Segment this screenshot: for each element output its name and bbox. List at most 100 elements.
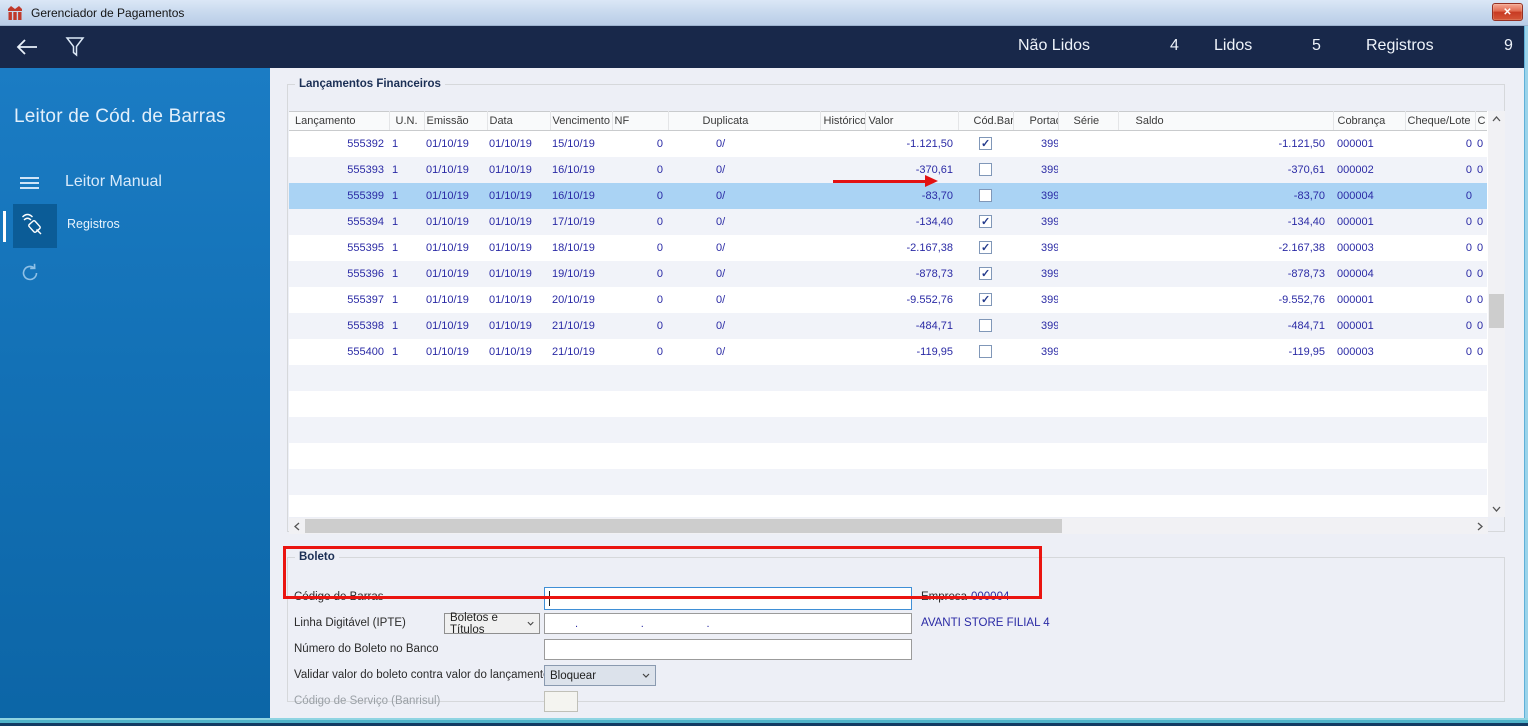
cell-c[interactable]: 0 xyxy=(1475,208,1487,235)
column-header-nf[interactable]: NF xyxy=(612,111,669,131)
cell-portador[interactable]: 399 xyxy=(1013,208,1058,235)
cell-saldo[interactable]: -9.552,76 xyxy=(1118,287,1333,313)
cell-duplicata[interactable]: 0/ xyxy=(668,131,820,157)
vertical-scroll-thumb[interactable] xyxy=(1489,294,1504,328)
cell-cobranca[interactable]: 000001 xyxy=(1333,312,1405,339)
filter-button[interactable] xyxy=(62,34,88,60)
cell-duplicata[interactable]: 0/ xyxy=(668,339,820,365)
cell-cod_barras[interactable] xyxy=(958,235,1013,261)
cell-duplicata[interactable]: 0/ xyxy=(668,208,820,235)
cell-c[interactable]: 0 xyxy=(1475,131,1487,157)
cell-lancamento[interactable]: 555394 xyxy=(289,208,389,235)
cell-cheque_lote[interactable]: 0 xyxy=(1405,287,1475,313)
cell-vencimento[interactable]: 17/10/19 xyxy=(550,208,612,235)
cell-historico[interactable] xyxy=(820,312,865,339)
cell-cod_barras[interactable] xyxy=(958,208,1013,235)
table-row[interactable]: 555394 1 01/10/19 01/10/19 17/10/19 0 0/-134,4… xyxy=(289,208,1487,235)
cell-c[interactable]: 0 xyxy=(1475,339,1487,365)
cell-historico[interactable] xyxy=(820,260,865,287)
cell-un[interactable]: 1 xyxy=(389,312,424,339)
cell-c[interactable]: 0 xyxy=(1475,156,1487,183)
cell-duplicata[interactable]: 0/ xyxy=(668,312,820,339)
cell-c[interactable]: 0 xyxy=(1475,287,1487,313)
cell-cheque_lote[interactable]: 0 xyxy=(1405,260,1475,287)
cell-serie[interactable] xyxy=(1058,208,1118,235)
cell-cobranca[interactable]: 000004 xyxy=(1333,260,1405,287)
table-row[interactable]: 555400 1 01/10/19 01/10/19 21/10/19 0 0/-119,9… xyxy=(289,339,1487,365)
cell-vencimento[interactable]: 21/10/19 xyxy=(550,312,612,339)
horizontal-scroll-thumb[interactable] xyxy=(305,519,1062,533)
cell-portador[interactable]: 399 xyxy=(1013,312,1058,339)
refresh-button[interactable] xyxy=(19,262,41,284)
cell-un[interactable]: 1 xyxy=(389,182,424,209)
cell-portador[interactable]: 399 xyxy=(1013,182,1058,209)
cell-serie[interactable] xyxy=(1058,339,1118,365)
sidebar-item-registros-tile[interactable] xyxy=(13,204,57,248)
column-header-emissao[interactable]: Emissão xyxy=(424,111,488,131)
cod-barras-checkbox[interactable] xyxy=(979,293,992,306)
cell-data[interactable]: 01/10/19 xyxy=(487,235,550,261)
cell-c[interactable]: 0 xyxy=(1475,312,1487,339)
cell-emissao[interactable]: 01/10/19 xyxy=(424,339,487,365)
cell-cobranca[interactable]: 000001 xyxy=(1333,287,1405,313)
column-header-data[interactable]: Data xyxy=(487,111,551,131)
cell-data[interactable]: 01/10/19 xyxy=(487,287,550,313)
cell-cod_barras[interactable] xyxy=(958,182,1013,209)
cell-portador[interactable]: 399 xyxy=(1013,260,1058,287)
cell-cod_barras[interactable] xyxy=(958,339,1013,365)
scroll-down-button[interactable] xyxy=(1488,501,1505,517)
cell-data[interactable]: 01/10/19 xyxy=(487,260,550,287)
horizontal-scrollbar[interactable] xyxy=(289,518,1488,534)
back-button[interactable] xyxy=(14,34,40,60)
cell-nf[interactable]: 0 xyxy=(612,260,668,287)
column-header-cobranca[interactable]: Cobrança xyxy=(1333,111,1406,131)
column-header-cheque_lote[interactable]: Cheque/Lote xyxy=(1405,111,1476,131)
cell-un[interactable]: 1 xyxy=(389,156,424,183)
cell-vencimento[interactable]: 18/10/19 xyxy=(550,235,612,261)
cell-cod_barras[interactable] xyxy=(958,156,1013,183)
cell-data[interactable]: 01/10/19 xyxy=(487,131,550,157)
column-header-duplicata[interactable]: Duplicata xyxy=(668,111,821,131)
cell-saldo[interactable]: -1.121,50 xyxy=(1118,131,1333,157)
cell-valor[interactable]: -134,40 xyxy=(865,208,958,235)
table-row[interactable]: 555398 1 01/10/19 01/10/19 21/10/19 0 0/-484,7… xyxy=(289,312,1487,339)
cell-data[interactable]: 01/10/19 xyxy=(487,312,550,339)
scroll-up-button[interactable] xyxy=(1488,111,1505,127)
cell-duplicata[interactable]: 0/ xyxy=(668,260,820,287)
cell-lancamento[interactable]: 555396 xyxy=(289,260,389,287)
column-header-serie[interactable]: Série xyxy=(1058,111,1119,131)
cell-serie[interactable] xyxy=(1058,312,1118,339)
table-row[interactable]: 555392 1 01/10/19 01/10/19 15/10/19 0 0/-1.121… xyxy=(289,131,1487,157)
cell-lancamento[interactable]: 555397 xyxy=(289,287,389,313)
column-header-valor[interactable]: Valor xyxy=(865,111,959,131)
table-row[interactable]: 555396 1 01/10/19 01/10/19 19/10/19 0 0/-878,7… xyxy=(289,260,1487,287)
column-header-cod_barras[interactable]: Cód.Barras xyxy=(958,111,1014,131)
cell-duplicata[interactable]: 0/ xyxy=(668,235,820,261)
cell-un[interactable]: 1 xyxy=(389,287,424,313)
cell-nf[interactable]: 0 xyxy=(612,156,668,183)
cell-portador[interactable]: 399 xyxy=(1013,235,1058,261)
column-header-vencimento[interactable]: Vencimento xyxy=(550,111,613,131)
cell-vencimento[interactable]: 21/10/19 xyxy=(550,339,612,365)
cell-cod_barras[interactable] xyxy=(958,260,1013,287)
hamburger-icon[interactable] xyxy=(20,177,39,190)
cod-barras-checkbox[interactable] xyxy=(979,241,992,254)
table-row[interactable]: 555395 1 01/10/19 01/10/19 18/10/19 0 0/-2.167… xyxy=(289,235,1487,261)
cell-saldo[interactable]: -484,71 xyxy=(1118,312,1333,339)
cell-duplicata[interactable]: 0/ xyxy=(668,156,820,183)
cell-saldo[interactable]: -83,70 xyxy=(1118,182,1333,209)
cell-cod_barras[interactable] xyxy=(958,312,1013,339)
column-header-saldo[interactable]: Saldo xyxy=(1118,111,1334,131)
column-header-un[interactable]: U.N. xyxy=(389,111,425,131)
cell-cheque_lote[interactable]: 0 xyxy=(1405,182,1475,209)
cell-serie[interactable] xyxy=(1058,182,1118,209)
cell-lancamento[interactable]: 555398 xyxy=(289,312,389,339)
cod-barras-checkbox[interactable] xyxy=(979,267,992,280)
cell-serie[interactable] xyxy=(1058,156,1118,183)
cell-cobranca[interactable]: 000003 xyxy=(1333,235,1405,261)
cell-data[interactable]: 01/10/19 xyxy=(487,208,550,235)
cell-cheque_lote[interactable]: 0 xyxy=(1405,131,1475,157)
cell-vencimento[interactable]: 16/10/19 xyxy=(550,182,612,209)
cell-cod_barras[interactable] xyxy=(958,131,1013,157)
cell-historico[interactable] xyxy=(820,131,865,157)
